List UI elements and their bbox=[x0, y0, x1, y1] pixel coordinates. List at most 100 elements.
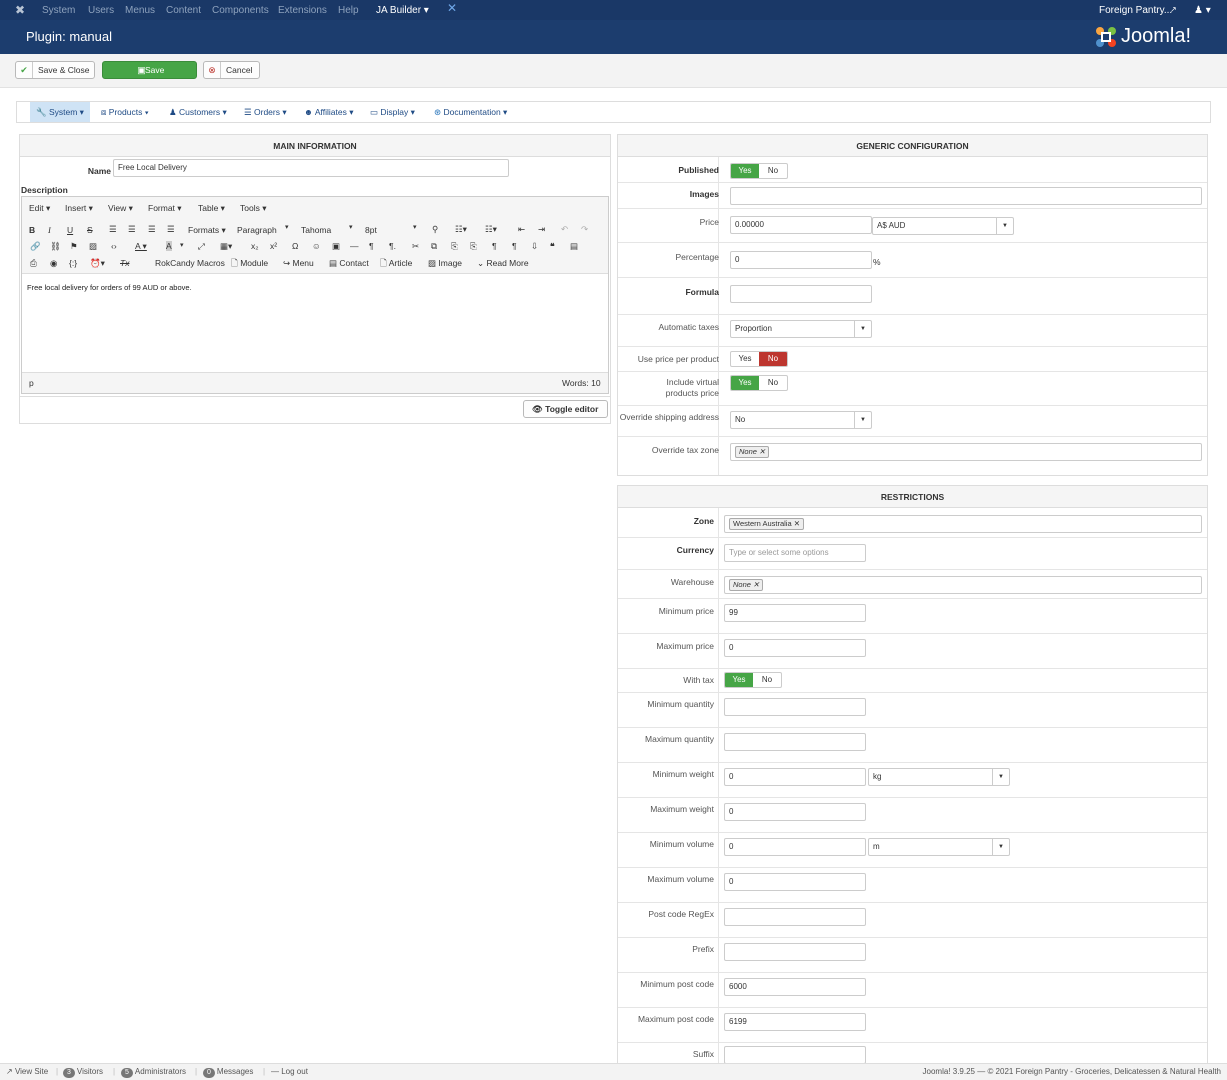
yes-option[interactable]: Yes bbox=[725, 673, 753, 687]
image-button[interactable]: ▨ Image bbox=[428, 258, 462, 269]
min-volume-input[interactable]: 0 bbox=[724, 838, 866, 856]
media-icon[interactable]: ▣ bbox=[332, 241, 340, 252]
outdent-icon[interactable]: ⇤ bbox=[518, 224, 525, 235]
editor-menu-view[interactable]: View ▾ bbox=[108, 203, 133, 214]
element-path[interactable]: p bbox=[29, 378, 34, 388]
postcode-regex-input[interactable] bbox=[724, 908, 866, 926]
blockquote-icon[interactable]: ❝ bbox=[550, 241, 555, 252]
emoticons-icon[interactable]: ☺ bbox=[312, 241, 321, 251]
redo-icon[interactable]: ↷ bbox=[581, 224, 588, 235]
horizontal-rule-icon[interactable]: — bbox=[350, 241, 359, 251]
menu-system[interactable]: System bbox=[42, 5, 75, 16]
undo-icon[interactable]: ↶ bbox=[561, 224, 568, 235]
indent-icon[interactable]: ⇥ bbox=[538, 224, 545, 235]
hk-menu-affiliates[interactable]: ☻ Affiliates ▾ bbox=[298, 102, 359, 122]
read-more-button[interactable]: ⌄ Read More bbox=[477, 258, 529, 269]
messages-link[interactable]: 0 Messages bbox=[203, 1064, 253, 1080]
menu-users[interactable]: Users bbox=[88, 5, 114, 16]
cut-icon[interactable]: ✂ bbox=[412, 241, 419, 252]
save-close-button[interactable]: ✔ Save & Close bbox=[15, 61, 95, 79]
yes-option[interactable]: Yes bbox=[731, 164, 759, 178]
print-icon[interactable]: ⎙ bbox=[30, 258, 37, 269]
hk-menu-orders[interactable]: ☰ Orders ▾ bbox=[238, 102, 293, 122]
align-left-icon[interactable]: ☰ bbox=[109, 224, 117, 235]
no-option[interactable]: No bbox=[759, 376, 787, 390]
formula-input[interactable] bbox=[730, 285, 872, 303]
hk-menu-system[interactable]: 🔧 System ▾ bbox=[30, 102, 90, 122]
hk-menu-customers[interactable]: ♟ Customers ▾ bbox=[163, 102, 233, 122]
automatic-taxes-select[interactable]: Proportion ▼ bbox=[730, 320, 872, 338]
min-postcode-input[interactable]: 6000 bbox=[724, 978, 866, 996]
save-button[interactable]: ▣ Save bbox=[102, 61, 197, 79]
rokcandy-macros-button[interactable]: RokCandy Macros bbox=[155, 258, 225, 268]
price-input[interactable]: 0.00000 bbox=[730, 216, 872, 234]
font-family-dropdown[interactable]: Tahoma bbox=[301, 225, 331, 235]
numbered-list-icon[interactable]: ☷▾ bbox=[485, 224, 497, 235]
max-postcode-input[interactable]: 6199 bbox=[724, 1013, 866, 1031]
max-weight-input[interactable]: 0 bbox=[724, 803, 866, 821]
remove-tag-icon[interactable]: ✕ bbox=[753, 580, 759, 589]
underline-icon[interactable]: U bbox=[67, 225, 73, 235]
subscript-icon[interactable]: x₂ bbox=[251, 241, 259, 251]
percentage-input[interactable]: 0 bbox=[730, 251, 872, 269]
toggle-editor-button[interactable]: 👁 Toggle editor bbox=[523, 400, 608, 418]
menu-button[interactable]: ↪ Menu bbox=[283, 258, 314, 269]
min-weight-input[interactable]: 0 bbox=[724, 768, 866, 786]
copy-icon[interactable]: ⧉ bbox=[431, 241, 437, 252]
hk-menu-display[interactable]: ▭ Display ▾ bbox=[364, 102, 421, 122]
font-size-dropdown[interactable]: 8pt bbox=[365, 225, 377, 235]
cancel-button[interactable]: ⊗ Cancel bbox=[203, 61, 260, 79]
use-price-toggle[interactable]: Yes No bbox=[730, 351, 788, 367]
menu-menus[interactable]: Menus bbox=[125, 5, 155, 16]
editor-content[interactable]: Free local delivery for orders of 99 AUD… bbox=[27, 283, 192, 292]
fullscreen-icon[interactable]: ⤢ bbox=[198, 241, 205, 252]
find-replace-icon[interactable]: ⚲ bbox=[432, 224, 438, 235]
hk-menu-products[interactable]: ⧈ Products ▾ bbox=[95, 102, 155, 122]
italic-icon[interactable]: I bbox=[48, 225, 51, 235]
clear-formatting-icon[interactable]: Tx bbox=[120, 258, 129, 268]
currency-select[interactable]: A$ AUD ▼ bbox=[872, 217, 1014, 235]
image-icon[interactable]: ▨ bbox=[89, 241, 97, 252]
remove-tag-icon[interactable]: ✕ bbox=[759, 447, 765, 456]
editor-menu-format[interactable]: Format ▾ bbox=[148, 203, 182, 214]
link-icon[interactable]: 🔗 bbox=[30, 241, 41, 252]
include-virtual-toggle[interactable]: Yes No bbox=[730, 375, 788, 391]
yes-option[interactable]: Yes bbox=[731, 376, 759, 390]
yes-option[interactable]: Yes bbox=[731, 352, 759, 366]
user-icon[interactable]: ♟ ▾ bbox=[1194, 5, 1211, 16]
max-quantity-input[interactable] bbox=[724, 733, 866, 751]
published-toggle[interactable]: Yes No bbox=[730, 163, 788, 179]
table-icon[interactable]: ▦▾ bbox=[220, 241, 232, 252]
prefix-input[interactable] bbox=[724, 943, 866, 961]
with-tax-toggle[interactable]: Yes No bbox=[724, 672, 782, 688]
strikethrough-icon[interactable]: S bbox=[87, 225, 93, 235]
no-option[interactable]: No bbox=[759, 352, 787, 366]
bookmark-icon[interactable]: ⚑ bbox=[70, 241, 78, 252]
suffix-input[interactable] bbox=[724, 1046, 866, 1064]
formats-dropdown[interactable]: Formats ▾ bbox=[188, 225, 226, 236]
min-quantity-input[interactable] bbox=[724, 698, 866, 716]
weight-unit-select[interactable]: kg ▼ bbox=[868, 768, 1010, 786]
name-input[interactable]: Free Local Delivery bbox=[113, 159, 509, 177]
template-icon[interactable]: ▤ bbox=[570, 241, 578, 252]
editor-menu-insert[interactable]: Insert ▾ bbox=[65, 203, 93, 214]
max-volume-input[interactable]: 0 bbox=[724, 873, 866, 891]
contact-button[interactable]: ▤ Contact bbox=[329, 258, 369, 269]
min-price-input[interactable]: 99 bbox=[724, 604, 866, 622]
menu-help[interactable]: Help bbox=[338, 5, 359, 16]
view-site-link[interactable]: ↗ View Site bbox=[6, 1064, 48, 1080]
joomla-logo-icon[interactable]: ✖ bbox=[15, 3, 25, 17]
menu-components[interactable]: Components bbox=[212, 5, 269, 16]
menu-extensions[interactable]: Extensions bbox=[278, 5, 327, 16]
unlink-icon[interactable]: ⛓ bbox=[50, 241, 61, 252]
module-button[interactable]: 🗋 Module bbox=[231, 258, 268, 272]
rtl-icon[interactable]: ¶ bbox=[512, 241, 517, 251]
administrators-link[interactable]: 5 Administrators bbox=[121, 1064, 186, 1080]
nonbreaking-icon[interactable]: ¶ bbox=[369, 241, 374, 251]
volume-unit-select[interactable]: m ▼ bbox=[868, 838, 1010, 856]
menu-content[interactable]: Content bbox=[166, 5, 201, 16]
images-field[interactable] bbox=[730, 187, 1202, 205]
no-option[interactable]: No bbox=[759, 164, 787, 178]
warehouse-field[interactable]: None ✕ bbox=[724, 576, 1202, 594]
align-center-icon[interactable]: ☰ bbox=[128, 224, 136, 235]
